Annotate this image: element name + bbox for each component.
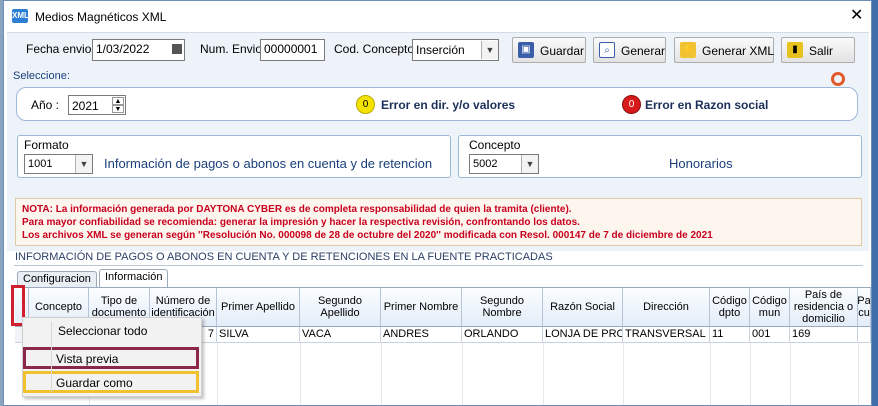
year-filter-panel: Año : 2021 ▲ ▼ 0 Error en dir. y/o valor… <box>16 87 858 121</box>
disclaimer-note: NOTA: La información generada por DAYTON… <box>15 198 862 246</box>
app-window: XML Medios Magnéticos XML ✕ Fecha envio … <box>3 0 872 406</box>
app-icon: XML <box>12 9 29 23</box>
col-header-direccion[interactable]: Dirección <box>623 288 710 327</box>
cell-primer-apellido[interactable]: SILVA <box>217 327 300 343</box>
divider <box>14 265 863 266</box>
num-envio-label: Num. Envio <box>200 42 263 56</box>
save-icon: ▣ <box>518 42 534 58</box>
cell-pais-cuenta[interactable] <box>858 327 871 343</box>
generar-button[interactable]: ⌕ Generar <box>593 37 666 63</box>
cell-segundo-apellido[interactable]: VACA <box>300 327 381 343</box>
spin-down-icon[interactable]: ▼ <box>112 105 124 113</box>
note-line-1: NOTA: La información generada por DAYTON… <box>22 204 572 215</box>
toolbar: Fecha envio 1/03/2022 Num. Envio 0000000… <box>7 32 869 68</box>
menu-item-guardar-como[interactable]: Guardar como <box>23 371 199 393</box>
col-header-primer-apellido[interactable]: Primer Apellido <box>217 288 300 327</box>
cell-pais-residencia[interactable]: 169 <box>790 327 858 343</box>
error-dir-count-badge: 0 <box>356 95 375 114</box>
grid-title: INFORMACIÓN DE PAGOS O ABONOS EN CUENTA … <box>15 251 553 263</box>
fecha-envio-label: Fecha envio <box>26 42 92 56</box>
col-header-segundo-nombre[interactable]: Segundo Nombre <box>462 288 543 327</box>
error-razon-count-badge: 0 <box>622 95 641 114</box>
cell-codigo-mun[interactable]: 001 <box>750 327 790 343</box>
concepto-description: Honorarios <box>669 156 733 171</box>
spin-up-icon[interactable]: ▲ <box>112 97 124 105</box>
menu-gutter-divider <box>51 322 52 392</box>
concepto-select[interactable]: 5002 ▼ <box>469 154 539 174</box>
cod-concepto-select[interactable]: Inserción ▼ <box>412 39 499 61</box>
col-header-razon-social[interactable]: Razón Social <box>543 288 623 327</box>
formato-description: Información de pagos o abonos en cuenta … <box>104 156 433 171</box>
concepto-panel: Concepto 5002 ▼ Honorarios <box>458 135 862 178</box>
col-header-segundo-apellido[interactable]: Segundo Apellido <box>300 288 381 327</box>
cell-direccion[interactable]: TRANSVERSAL 79 <box>623 327 710 343</box>
chevron-down-icon[interactable]: ▼ <box>481 41 498 59</box>
context-menu: Seleccionar todo Vista previa Guardar co… <box>22 317 202 397</box>
note-line-3: Los archivos XML se generan según ''Reso… <box>22 230 713 241</box>
num-envio-field[interactable]: 00000001 <box>260 39 325 61</box>
year-label: Año : <box>31 98 60 112</box>
col-header-primer-nombre[interactable]: Primer Nombre <box>381 288 462 327</box>
menu-item-vista-previa[interactable]: Vista previa <box>23 347 199 369</box>
fecha-envio-field[interactable]: 1/03/2022 <box>92 39 185 61</box>
chevron-down-icon[interactable]: ▼ <box>75 155 92 173</box>
formato-label: Formato <box>24 138 69 152</box>
lightning-icon: ⚡ <box>680 42 696 58</box>
help-lifebuoy-icon[interactable] <box>831 72 845 86</box>
error-razon-label: Error en Razon social <box>645 98 769 112</box>
note-line-2: Para mayor confiabilidad se recomienda: … <box>22 217 580 228</box>
background-window-edge <box>872 0 878 406</box>
tab-configuracion[interactable]: Configuracion <box>17 271 97 288</box>
col-header-pais-residencia[interactable]: País de residencia o domicilio <box>790 288 858 327</box>
seleccione-heading: Seleccione: <box>13 70 70 82</box>
col-header-pais-cuenta[interactable]: Pa cu <box>858 288 871 327</box>
cell-codigo-dpto[interactable]: 11 <box>710 327 750 343</box>
magnifier-icon: ⌕ <box>599 42 615 58</box>
formato-panel: Formato 1001 ▼ Información de pagos o ab… <box>17 135 451 178</box>
concepto-label: Concepto <box>469 138 521 152</box>
year-spinner[interactable]: 2021 ▲ ▼ <box>68 95 126 115</box>
cell-razon-social[interactable]: LONJA DE PROP <box>543 327 623 343</box>
cell-primer-nombre[interactable]: ANDRES <box>381 327 462 343</box>
formato-select[interactable]: 1001 ▼ <box>24 154 93 174</box>
cod-concepto-label: Cod. Concepto <box>334 42 415 56</box>
title-bar: XML Medios Magnéticos XML ✕ <box>4 1 871 32</box>
col-header-codigo-mun[interactable]: Código mun <box>750 288 790 327</box>
close-icon[interactable]: ✕ <box>850 7 863 25</box>
window-title: Medios Magnéticos XML <box>35 10 167 24</box>
generar-xml-button[interactable]: ⚡ Generar XML <box>674 37 774 63</box>
col-header-codigo-dpto[interactable]: Código dpto <box>710 288 750 327</box>
guardar-button[interactable]: ▣ Guardar <box>512 37 586 63</box>
error-dir-label: Error en dir. y/o valores <box>381 98 516 112</box>
calendar-icon[interactable] <box>172 44 182 54</box>
exit-door-icon: ▮ <box>787 42 803 58</box>
cell-segundo-nombre[interactable]: ORLANDO <box>462 327 543 343</box>
tab-informacion[interactable]: Información <box>99 269 169 288</box>
chevron-down-icon[interactable]: ▼ <box>521 155 538 173</box>
salir-button[interactable]: ▮ Salir <box>781 37 855 63</box>
